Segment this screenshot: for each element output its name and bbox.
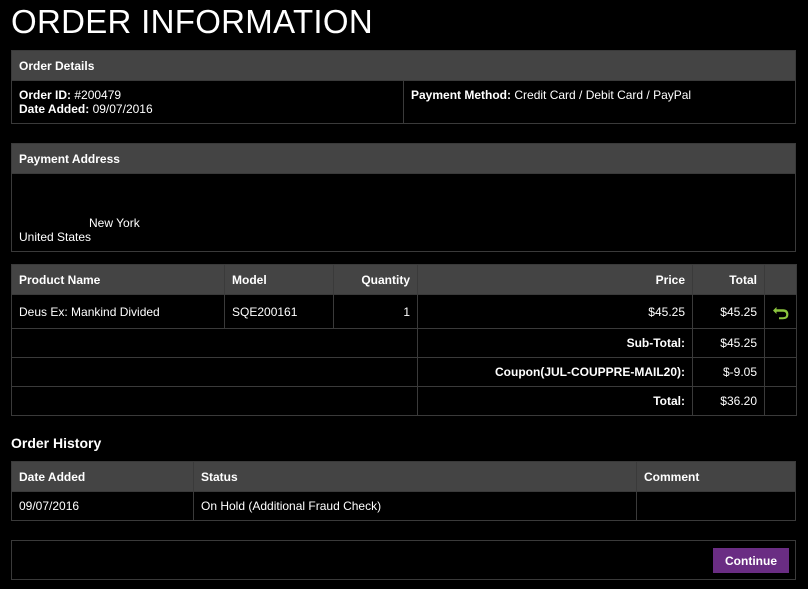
totals-row: Sub-Total: $45.25 <box>11 328 797 358</box>
table-row: 09/07/2016 On Hold (Additional Fraud Che… <box>11 491 796 521</box>
col-product-name: Product Name <box>11 264 225 295</box>
order-details-table: Order Details Order ID: #200479 Date Add… <box>11 50 796 124</box>
product-price: $45.25 <box>417 294 693 329</box>
order-history-table: Date Added Status Comment 09/07/2016 On … <box>11 461 796 521</box>
col-status: Status <box>193 461 637 492</box>
product-name: Deus Ex: Mankind Divided <box>11 294 225 329</box>
products-table: Product Name Model Quantity Price Total … <box>11 264 797 416</box>
col-comment: Comment <box>636 461 796 492</box>
history-status: On Hold (Additional Fraud Check) <box>193 491 637 521</box>
coupon-value: $-9.05 <box>692 357 765 387</box>
history-date: 09/07/2016 <box>11 491 194 521</box>
payment-address-table: Payment Address New York United States <box>11 143 796 252</box>
date-added-label: Date Added: <box>19 102 90 116</box>
payment-address-header: Payment Address <box>11 143 796 174</box>
return-button[interactable] <box>764 294 797 329</box>
date-added-value: 09/07/2016 <box>92 102 153 116</box>
product-model: SQE200161 <box>224 294 334 329</box>
button-bar: Continue <box>11 540 796 580</box>
payment-method-value: Credit Card / Debit Card / PayPal <box>514 88 692 102</box>
total-value: $36.20 <box>692 386 765 416</box>
col-quantity: Quantity <box>333 264 418 295</box>
coupon-label: Coupon(JUL-COUPPRE-MAIL20): <box>417 357 693 387</box>
order-history-title: Order History <box>11 435 102 451</box>
order-id-value: #200479 <box>74 88 122 102</box>
table-row: Deus Ex: Mankind Divided SQE200161 1 $45… <box>11 294 797 329</box>
payment-method-label: Payment Method: <box>411 88 512 102</box>
totals-row: Coupon(JUL-COUPPRE-MAIL20): $-9.05 <box>11 357 797 387</box>
totals-row: Total: $36.20 <box>11 386 797 416</box>
history-comment <box>636 491 796 521</box>
continue-button[interactable]: Continue <box>713 548 789 573</box>
col-total: Total <box>692 264 765 295</box>
col-date-added: Date Added <box>11 461 194 492</box>
payment-address-cell: New York United States <box>11 173 796 252</box>
col-price: Price <box>417 264 693 295</box>
col-action <box>764 264 797 295</box>
subtotal-value: $45.25 <box>692 328 765 358</box>
product-total: $45.25 <box>692 294 765 329</box>
order-id-label: Order ID: <box>19 88 72 102</box>
order-details-header: Order Details <box>11 50 796 81</box>
order-info-cell: Order ID: #200479 Date Added: 09/07/2016 <box>11 80 404 124</box>
product-quantity: 1 <box>333 294 418 329</box>
payment-method-cell: Payment Method: Credit Card / Debit Card… <box>403 80 796 124</box>
col-model: Model <box>224 264 334 295</box>
return-icon[interactable] <box>772 304 790 320</box>
total-label: Total: <box>417 386 693 416</box>
address-country: United States <box>19 230 92 244</box>
address-city: New York <box>89 216 140 230</box>
subtotal-label: Sub-Total: <box>417 328 693 358</box>
page-title: ORDER INFORMATION <box>11 3 373 40</box>
